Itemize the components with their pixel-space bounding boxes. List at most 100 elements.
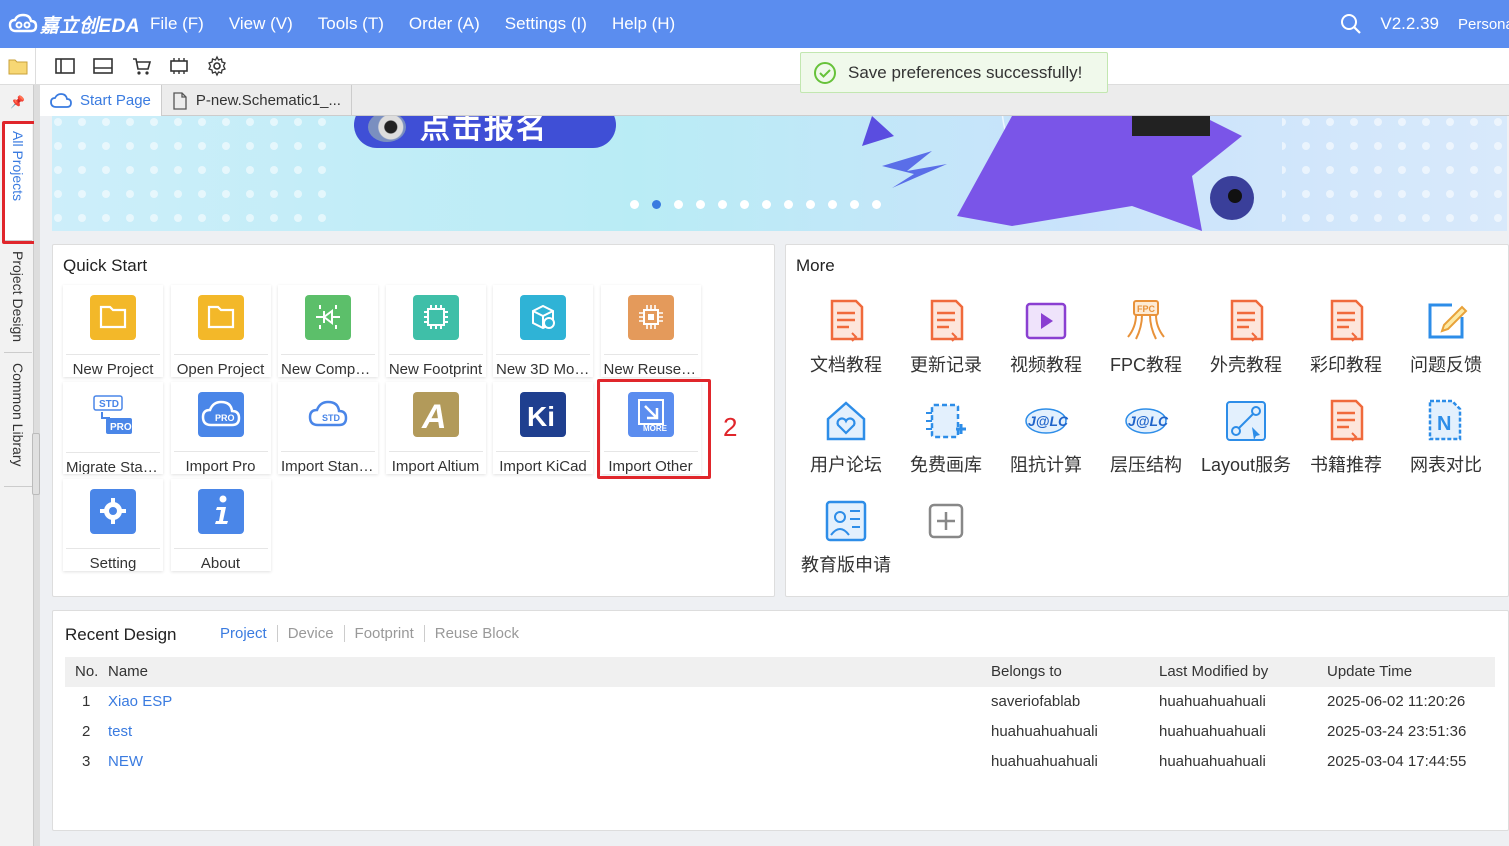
bottom-panel-button[interactable] — [84, 48, 122, 85]
tab-project-design[interactable]: Project Design — [4, 243, 32, 353]
quick-start-tile-cube[interactable]: New 3D Model — [493, 285, 593, 377]
recent-tab-device[interactable]: Device — [278, 625, 345, 642]
search-icon[interactable] — [1340, 13, 1362, 35]
carousel-dot[interactable] — [718, 200, 727, 209]
recent-design-panel: Recent Design Project Device Footprint R… — [52, 610, 1509, 831]
quick-start-tile-label: New Reuse Block — [603, 353, 698, 377]
menu-tools[interactable]: Tools (T) — [318, 14, 384, 34]
carousel-dot[interactable] — [806, 200, 815, 209]
more-item[interactable]: 文档教程 — [796, 297, 896, 377]
carousel-dot[interactable] — [850, 200, 859, 209]
more-item[interactable]: 问题反馈 — [1396, 297, 1496, 377]
row-name-link[interactable]: NEW — [108, 747, 143, 777]
menu-order[interactable]: Order (A) — [409, 14, 480, 34]
quick-start-tile-cloud-pro[interactable]: PRO Import Pro — [170, 382, 271, 474]
svg-text:A: A — [421, 398, 447, 434]
doc-icon — [922, 297, 970, 345]
more-item[interactable]: 外壳教程 — [1196, 297, 1296, 377]
row-modified: huahuahuahuali — [1159, 693, 1266, 710]
more-item[interactable]: 免费画库 — [896, 397, 996, 477]
altium-icon: A — [412, 392, 459, 437]
carousel-dot[interactable] — [630, 200, 639, 209]
carousel-dot[interactable] — [652, 200, 661, 209]
quick-start-tile-footprint[interactable]: New Footprint — [385, 285, 486, 377]
quick-start-tile-label: Migrate Standard — [66, 452, 160, 474]
more-item[interactable]: FPC FPC教程 — [1096, 297, 1196, 377]
carousel-dot[interactable] — [828, 200, 837, 209]
recent-tab-footprint[interactable]: Footprint — [345, 625, 425, 642]
education-icon — [822, 497, 870, 545]
carousel-dot[interactable] — [872, 200, 881, 209]
quick-start-tile-info[interactable]: About — [170, 479, 271, 571]
quick-start-tile-migrate[interactable]: STD PRO Migrate Standard — [63, 382, 163, 474]
row-name-link[interactable]: test — [108, 717, 132, 747]
quick-start-tile-component[interactable]: New Component — [278, 285, 378, 377]
menu-file[interactable]: File (F) — [150, 14, 204, 34]
tab-schematic[interactable]: P-new.Schematic1_... — [162, 85, 352, 116]
quick-start-tile-altium[interactable]: A Import Altium — [385, 382, 486, 474]
more-item[interactable]: 彩印教程 — [1296, 297, 1396, 377]
bom-button[interactable] — [122, 48, 160, 85]
more-item-label: 书籍推荐 — [1310, 455, 1382, 475]
carousel-dot[interactable] — [784, 200, 793, 209]
more-add-button[interactable] — [896, 497, 996, 545]
quick-start-tile-chip[interactable]: New Reuse Block — [600, 285, 701, 377]
quick-start-tile-folder-open[interactable]: Open Project — [170, 285, 271, 377]
carousel-dot[interactable] — [696, 200, 705, 209]
settings-button[interactable] — [198, 48, 236, 85]
more-item[interactable]: 更新记录 — [896, 297, 996, 377]
video-icon — [1022, 297, 1070, 345]
tab-start-page[interactable]: Start Page — [40, 85, 162, 116]
cloud-pro-icon: PRO — [197, 392, 244, 437]
col-time: Update Time — [1327, 663, 1413, 680]
more-item[interactable]: 书籍推荐 — [1296, 397, 1396, 477]
order-pcb-button[interactable] — [160, 48, 198, 85]
more-item-label: 层压结构 — [1110, 455, 1182, 475]
more-item[interactable]: 教育版申请 — [796, 497, 896, 577]
more-item[interactable]: N 网表对比 — [1396, 397, 1496, 477]
carousel-dot[interactable] — [674, 200, 683, 209]
recent-table-header: No. Name Belongs to Last Modified by Upd… — [65, 657, 1495, 687]
promo-banner[interactable]: 点击报名 — [52, 116, 1507, 231]
carousel-dot[interactable] — [740, 200, 749, 209]
menu-view[interactable]: View (V) — [229, 14, 293, 34]
logo-text: 嘉立创EDA — [40, 15, 141, 37]
more-item[interactable]: 用户论坛 — [796, 397, 896, 477]
doc-icon — [1322, 397, 1370, 445]
personal-menu[interactable]: Personal — [1458, 16, 1509, 33]
more-item[interactable]: Layout服务 — [1196, 397, 1296, 477]
gear-icon — [90, 489, 136, 534]
add-icon — [922, 497, 970, 545]
annotation-2: 2 — [723, 412, 738, 442]
quick-start-tile-cloud-std[interactable]: STD Import Standard — [278, 382, 378, 474]
col-belongs: Belongs to — [991, 663, 1062, 680]
quick-start-tile-folder[interactable]: New Project — [63, 285, 163, 377]
tab-schematic-label: P-new.Schematic1_... — [195, 92, 341, 109]
more-item-label: 文档教程 — [810, 355, 882, 375]
svg-text:PRO: PRO — [215, 413, 235, 423]
more-item[interactable]: J@LC 层压结构 — [1096, 397, 1196, 477]
more-item[interactable]: 视频教程 — [996, 297, 1096, 377]
recent-tab-reuse-block[interactable]: Reuse Block — [425, 625, 529, 642]
quick-start-tile-kicad[interactable]: Ki Import KiCad — [493, 382, 593, 474]
splitter-handle[interactable] — [32, 433, 40, 495]
recent-tab-project[interactable]: Project — [210, 625, 278, 642]
highlight-box-2 — [597, 379, 711, 479]
carousel-dot[interactable] — [762, 200, 771, 209]
row-name-link[interactable]: Xiao ESP — [108, 687, 172, 717]
quick-start-tile-gear[interactable]: Setting — [63, 479, 163, 571]
folder-button[interactable] — [0, 47, 36, 85]
table-row[interactable]: 3 NEW huahuahuahuali huahuahuahuali 2025-03-… — [65, 747, 1495, 777]
table-row[interactable]: 2 test huahuahuahuali huahuahuahuali 2025-03… — [65, 717, 1495, 747]
quick-start-tile-label: About — [173, 547, 268, 571]
cloud-logo-icon — [8, 13, 38, 33]
more-item[interactable]: J@LC 阻抗计算 — [996, 397, 1096, 477]
tab-common-library[interactable]: Common Library — [4, 355, 32, 487]
cloud-std-icon: STD — [305, 392, 351, 437]
left-panel-icon — [55, 58, 75, 74]
pin-icon[interactable]: 📌 — [10, 95, 25, 109]
menu-settings[interactable]: Settings (I) — [505, 14, 587, 34]
menu-help[interactable]: Help (H) — [612, 14, 675, 34]
left-panel-button[interactable] — [46, 48, 84, 85]
table-row[interactable]: 1 Xiao ESP saveriofablab huahuahuahuali 2025… — [65, 687, 1495, 717]
